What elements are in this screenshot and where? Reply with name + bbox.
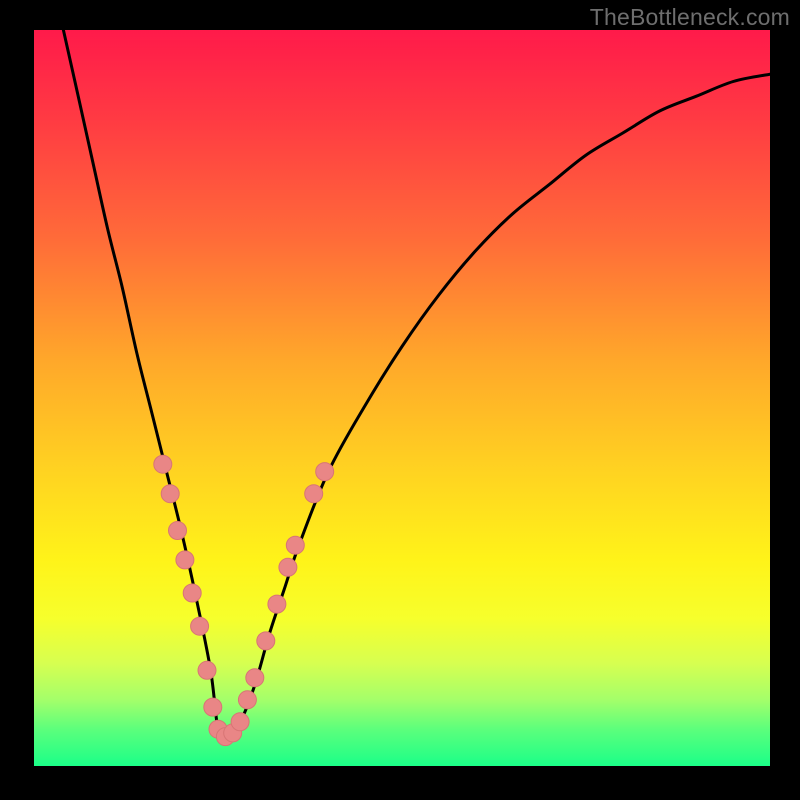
curve-marker — [316, 463, 334, 481]
chart-plot-area — [34, 30, 770, 766]
curve-marker — [305, 485, 323, 503]
curve-marker — [176, 551, 194, 569]
curve-marker — [154, 455, 172, 473]
curve-marker — [161, 485, 179, 503]
curve-marker — [169, 522, 187, 540]
marker-layer — [154, 455, 334, 745]
chart-frame: TheBottleneck.com — [0, 0, 800, 800]
curve-marker — [183, 584, 201, 602]
curve-marker — [198, 661, 216, 679]
curve-marker — [286, 536, 304, 554]
curve-marker — [268, 595, 286, 613]
curve-marker — [238, 691, 256, 709]
curve-marker — [257, 632, 275, 650]
curve-marker — [204, 698, 222, 716]
bottleneck-curve — [63, 30, 770, 738]
curve-marker — [191, 617, 209, 635]
curve-layer — [63, 30, 770, 738]
curve-marker — [231, 713, 249, 731]
chart-svg — [34, 30, 770, 766]
watermark-text: TheBottleneck.com — [590, 4, 790, 31]
curve-marker — [279, 558, 297, 576]
curve-marker — [246, 669, 264, 687]
